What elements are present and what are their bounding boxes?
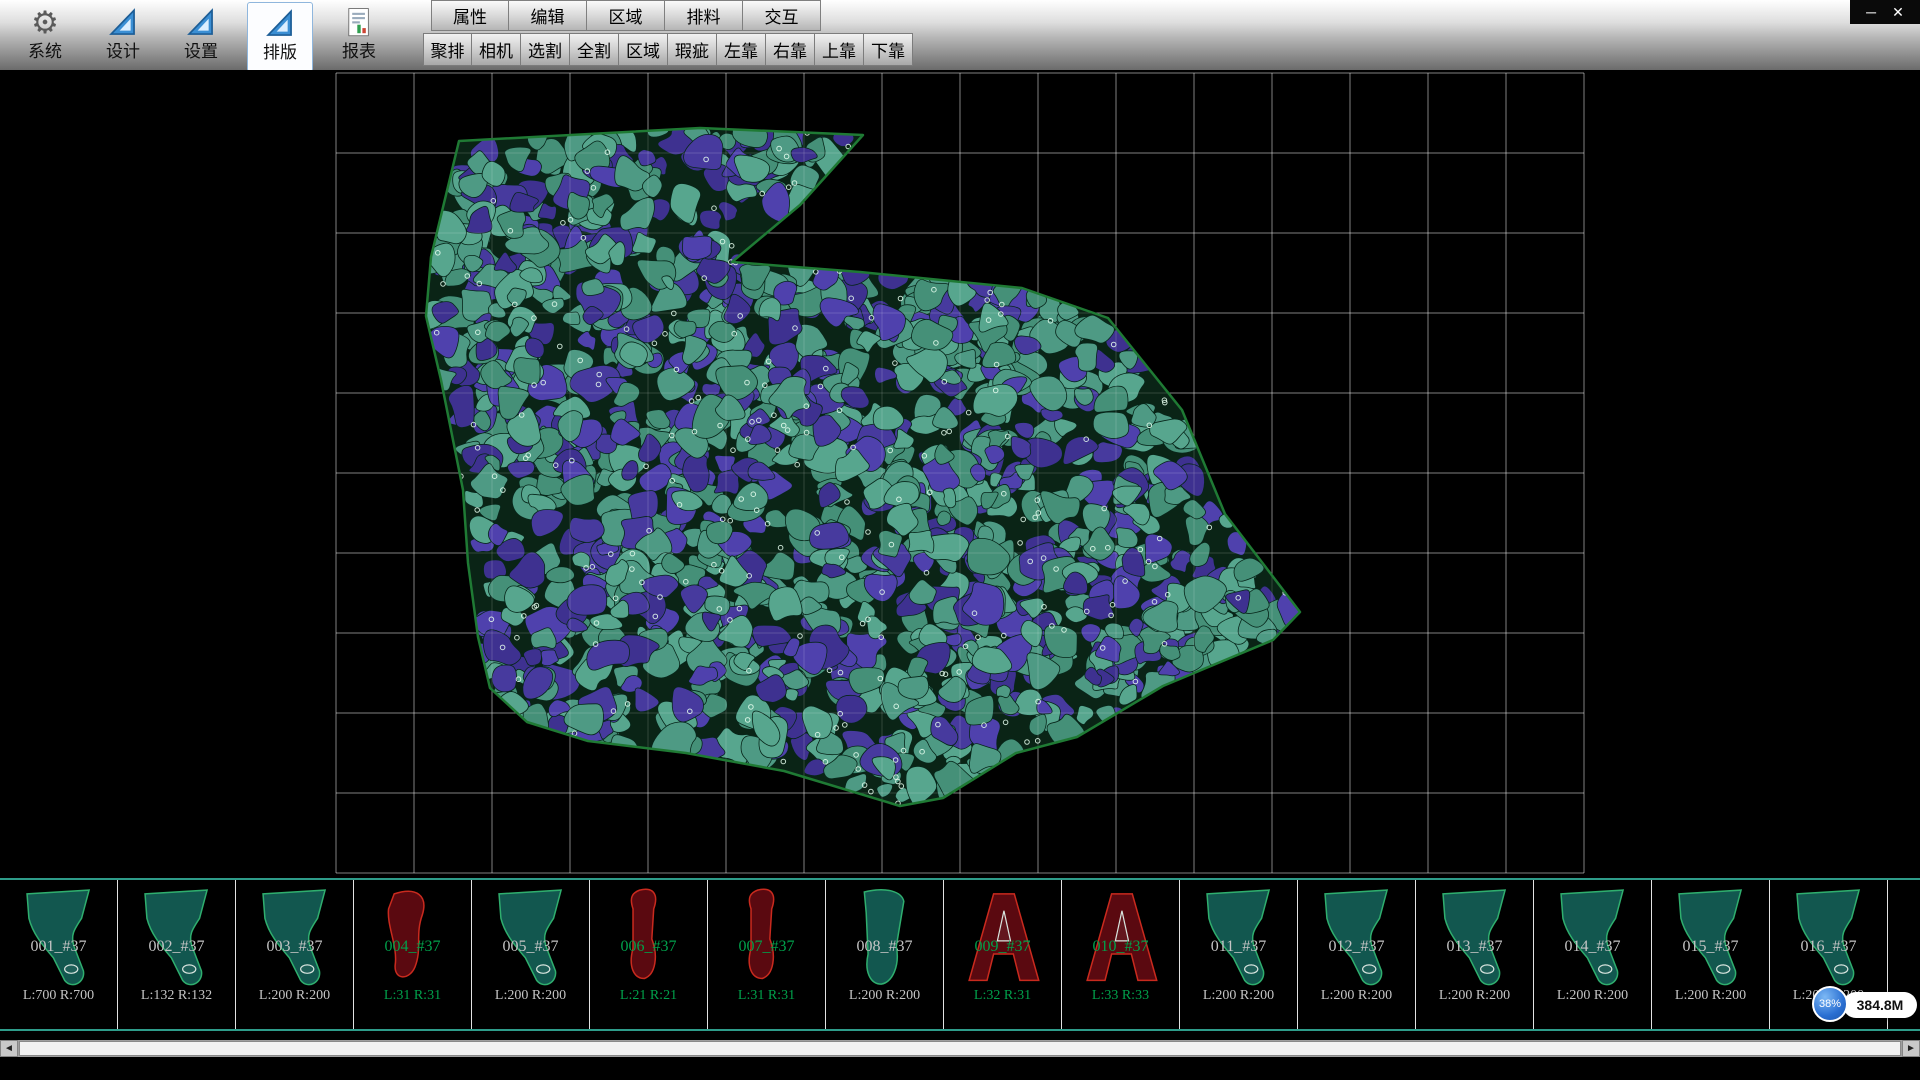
- piece-lr-count: L:200 R:200: [236, 988, 353, 1004]
- piece-thumb-002[interactable]: 002_#37 L:132 R:132: [118, 880, 236, 1029]
- piece-lr-count: L:200 R:200: [1180, 988, 1297, 1004]
- piece-name: 012_#37: [1298, 938, 1415, 956]
- piece-name: 006_#37: [590, 938, 707, 956]
- tool-button-snap-right[interactable]: 右靠: [766, 33, 815, 66]
- piece-thumb-003[interactable]: 003_#37 L:200 R:200: [236, 880, 354, 1029]
- piece-name: 010_#37: [1062, 938, 1179, 956]
- piece-lr-count: L:200 R:200: [1652, 988, 1769, 1004]
- piece-name: 013_#37: [1416, 938, 1533, 956]
- menu-tab-edit[interactable]: 编辑: [509, 0, 587, 31]
- piece-name: 005_#37: [472, 938, 589, 956]
- scroll-left-icon[interactable]: ◄: [0, 1040, 18, 1057]
- piece-thumb-015[interactable]: 015_#37 L:200 R:200: [1652, 880, 1770, 1029]
- piece-lr-count: L:200 R:200: [826, 988, 943, 1004]
- app-button-layout[interactable]: 排版: [247, 2, 313, 72]
- app-button-group: ⚙系统设计设置排版报表: [6, 0, 398, 70]
- hide-layout-svg: [0, 70, 1920, 878]
- piece-lr-count: L:200 R:200: [1416, 988, 1533, 1004]
- piece-thumb-010[interactable]: 010_#37 L:33 R:33: [1062, 880, 1180, 1029]
- menu-tab-row: 属性编辑区域排料交互: [431, 0, 821, 31]
- piece-lr-count: L:200 R:200: [472, 988, 589, 1004]
- piece-thumb-012[interactable]: 012_#37 L:200 R:200: [1298, 880, 1416, 1029]
- piece-name: 016_#37: [1770, 938, 1887, 956]
- piece-thumb-014[interactable]: 014_#37 L:200 R:200: [1534, 880, 1652, 1029]
- set-square-icon: [263, 6, 297, 42]
- menu-tab-attribute[interactable]: 属性: [431, 0, 509, 31]
- menu-tab-interact[interactable]: 交互: [743, 0, 821, 31]
- application-window: ⚙系统设计设置排版报表 属性编辑区域排料交互 聚排相机选割全割区域瑕疵左靠右靠上…: [0, 0, 1920, 1080]
- scrollbar-thumb[interactable]: [19, 1041, 1901, 1056]
- piece-name: 009_#37: [944, 938, 1061, 956]
- piece-name: 008_#37: [826, 938, 943, 956]
- memory-chip: 384.8M: [1843, 992, 1917, 1018]
- tool-button-row: 聚排相机选割全割区域瑕疵左靠右靠上靠下靠: [423, 33, 913, 66]
- tool-button-camera[interactable]: 相机: [472, 33, 521, 66]
- gear-icon: ⚙: [31, 6, 59, 40]
- app-button-label: 系统: [28, 42, 62, 62]
- menu-tab-region[interactable]: 区域: [587, 0, 665, 31]
- set-square-icon: [184, 5, 218, 41]
- piece-thumb-008[interactable]: 008_#37 L:200 R:200: [826, 880, 944, 1029]
- tool-button-snap-top[interactable]: 上靠: [815, 33, 864, 66]
- tool-button-region[interactable]: 区域: [619, 33, 668, 66]
- progress-bubble: 38%: [1812, 986, 1848, 1022]
- nesting-canvas[interactable]: [0, 70, 1920, 878]
- piece-name: 011_#37: [1180, 938, 1297, 956]
- piece-thumb-006[interactable]: 006_#37 L:21 R:21: [590, 880, 708, 1029]
- horizontal-scrollbar[interactable]: ◄ ►: [0, 1040, 1920, 1057]
- piece-name: 007_#37: [708, 938, 825, 956]
- piece-lr-count: L:700 R:700: [0, 988, 117, 1004]
- piece-lr-count: L:132 R:132: [118, 988, 235, 1004]
- app-button-system[interactable]: ⚙系统: [13, 2, 77, 70]
- piece-thumb-013[interactable]: 013_#37 L:200 R:200: [1416, 880, 1534, 1029]
- tool-button-cut-all[interactable]: 全割: [570, 33, 619, 66]
- piece-name: 003_#37: [236, 938, 353, 956]
- piece-name: 004_#37: [354, 938, 471, 956]
- window-controls: ─ ✕: [1850, 0, 1920, 24]
- app-button-label: 排版: [263, 43, 297, 63]
- piece-lr-count: L:31 R:31: [354, 988, 471, 1004]
- piece-name: 014_#37: [1534, 938, 1651, 956]
- tool-button-defect[interactable]: 瑕疵: [668, 33, 717, 66]
- tool-button-cluster-nest[interactable]: 聚排: [423, 33, 472, 66]
- toolbar: ⚙系统设计设置排版报表 属性编辑区域排料交互 聚排相机选割全割区域瑕疵左靠右靠上…: [0, 0, 1920, 71]
- piece-thumb-001[interactable]: 001_#37 L:700 R:700: [0, 880, 118, 1029]
- piece-thumb-007[interactable]: 007_#37 L:31 R:31: [708, 880, 826, 1029]
- app-button-design[interactable]: 设计: [91, 2, 155, 70]
- piece-lr-count: L:31 R:31: [708, 988, 825, 1004]
- minimize-icon[interactable]: ─: [1866, 5, 1876, 19]
- app-button-label: 设计: [106, 42, 140, 62]
- piece-thumbnail-strip: 001_#37L:700 R:700002_#37L:132 R:132003_…: [0, 878, 1920, 1031]
- report-document-icon: [342, 5, 376, 41]
- piece-thumb-011[interactable]: 011_#37 L:200 R:200: [1180, 880, 1298, 1029]
- piece-lr-count: L:200 R:200: [1534, 988, 1651, 1004]
- piece-name: 002_#37: [118, 938, 235, 956]
- piece-name: 001_#37: [0, 938, 117, 956]
- piece-lr-count: L:21 R:21: [590, 988, 707, 1004]
- app-button-label: 报表: [342, 42, 376, 62]
- scroll-right-icon[interactable]: ►: [1902, 1040, 1920, 1057]
- app-button-settings[interactable]: 设置: [169, 2, 233, 70]
- piece-lr-count: L:32 R:31: [944, 988, 1061, 1004]
- piece-thumb-005[interactable]: 005_#37 L:200 R:200: [472, 880, 590, 1029]
- piece-thumb-009[interactable]: 009_#37 L:32 R:31: [944, 880, 1062, 1029]
- piece-name: 015_#37: [1652, 938, 1769, 956]
- menu-tab-nesting[interactable]: 排料: [665, 0, 743, 31]
- piece-lr-count: L:33 R:33: [1062, 988, 1179, 1004]
- set-square-icon: [106, 5, 140, 41]
- close-icon[interactable]: ✕: [1892, 5, 1904, 19]
- app-button-report[interactable]: 报表: [327, 2, 391, 70]
- tool-button-snap-bottom[interactable]: 下靠: [864, 33, 913, 66]
- tool-button-select-cut[interactable]: 选割: [521, 33, 570, 66]
- app-button-label: 设置: [184, 42, 218, 62]
- tool-button-snap-left[interactable]: 左靠: [717, 33, 766, 66]
- piece-thumb-004[interactable]: 004_#37 L:31 R:31: [354, 880, 472, 1029]
- piece-lr-count: L:200 R:200: [1298, 988, 1415, 1004]
